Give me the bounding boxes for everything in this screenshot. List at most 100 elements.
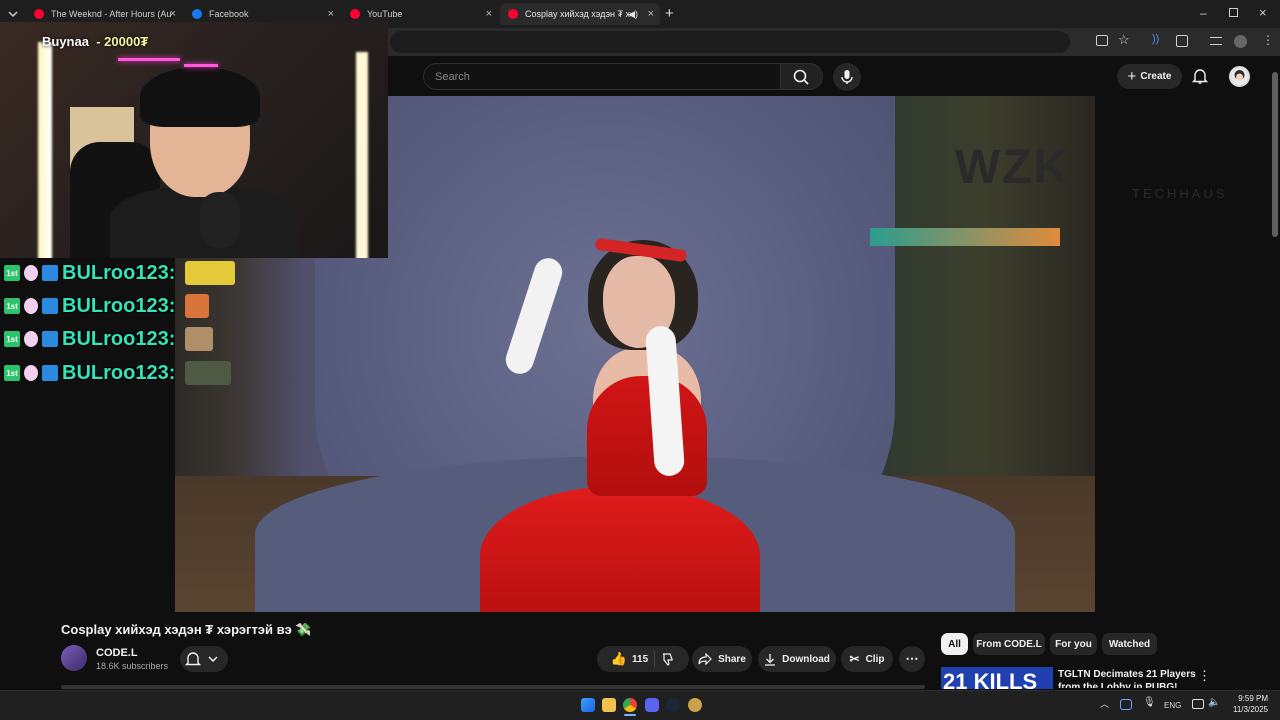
file-explorer-icon[interactable] [602,698,616,712]
channel-name[interactable]: CODE.L [96,647,138,659]
facebook-icon [192,9,202,19]
mask-badge-icon [24,331,38,347]
close-tab-icon[interactable]: × [486,8,492,20]
more-icon: ⋯ [905,651,919,666]
share-button[interactable]: Share [692,646,752,672]
dislike-button[interactable] [661,652,675,666]
chat-username: BULroo123: [62,361,176,384]
share-icon [698,653,712,665]
recommendation-title[interactable]: TGLTN Decimates 21 Players from the Lobb… [1058,668,1198,688]
clip-label: Clip [865,653,885,665]
minimize-button[interactable]: – [1200,6,1207,20]
video-wall-stripe [870,228,1060,246]
new-tab-button[interactable]: + [665,5,674,22]
address-bar[interactable] [390,31,1070,53]
youtube-icon [350,9,360,19]
cam-light [356,52,368,258]
notifications-button[interactable] [1191,67,1209,85]
discord-icon[interactable] [645,698,659,712]
share-label: Share [718,653,746,665]
close-window-button[interactable]: × [1259,5,1267,20]
chat-message: 1st BULroo123: [4,325,214,353]
first-badge-icon: 1st [4,365,20,381]
voice-search-button[interactable] [833,63,861,91]
taskbar-clock[interactable]: 9:59 PM 11/3/2025 [1226,693,1268,715]
tab-title: Facebook [209,9,249,19]
chip-watched[interactable]: Watched [1102,633,1157,655]
gift-badge-icon [42,298,58,314]
like-button[interactable]: 👍 115 [611,651,648,667]
extension-icon[interactable]: )) [1152,33,1159,45]
donor-name: Buynaa [42,34,89,49]
chip-for-you[interactable]: For you [1050,633,1097,655]
close-tab-icon[interactable]: × [170,8,176,20]
sync-icon[interactable] [1120,699,1132,710]
clock-time: 9:59 PM [1238,694,1268,703]
download-label: Download [782,653,830,665]
thumbs-down-icon [663,653,673,666]
page-scrollbar[interactable] [1270,60,1280,690]
clip-button[interactable]: ✂ Clip [841,646,893,672]
tab-title: Cosplay хийхэд хэдэн ₮ хэр [525,9,631,19]
tray-chevron-icon[interactable]: ︿ [1100,699,1109,709]
bookmark-star-icon[interactable]: ☆ [1118,32,1130,48]
download-button[interactable]: Download [758,646,836,672]
volume-icon[interactable]: 🔈 [1208,697,1220,708]
subscribed-notifications-button[interactable] [180,646,228,672]
extensions-puzzle-icon[interactable] [1176,35,1188,47]
speaker-icon[interactable]: ◀) [628,9,638,20]
cam-light [38,42,52,258]
like-dislike-group: 👍 115 [597,646,689,672]
donation-amount: - 20000₮ [96,34,149,49]
search-button[interactable] [781,63,823,90]
description-box-edge [61,685,925,689]
scrollbar-thumb[interactable] [1272,72,1278,237]
create-button[interactable]: + Create [1117,64,1182,89]
search-icon [793,69,809,85]
first-badge-icon: 1st [4,331,20,347]
video-watermark-sub: TECHHAUS [1132,186,1228,201]
cam-microphone [200,192,240,248]
first-badge-icon: 1st [4,298,20,314]
network-icon[interactable] [1192,699,1204,709]
channel-avatar[interactable] [61,645,87,671]
chat-emote [185,361,232,385]
gift-badge-icon [42,365,58,381]
close-tab-icon[interactable]: × [648,8,654,20]
chrome-icon[interactable] [623,698,637,712]
browser-tab-4[interactable]: Cosplay хийхэд хэдэн ₮ хэр ◀) × [500,3,660,25]
video-title: Cosplay хийхэд хэдэн ₮ хэрэгтэй вэ 💸 [61,622,312,638]
recommendation-menu-icon[interactable]: ⋮ [1198,668,1211,684]
search-input[interactable]: Search [423,63,781,90]
chat-message: 1st BULroo123: [4,259,236,287]
language-indicator[interactable]: ENG [1164,701,1181,710]
microphone-tray-icon[interactable]: 🎙 [1143,697,1156,708]
profile-avatar-icon[interactable] [1234,35,1247,48]
tab-search-button[interactable] [6,7,20,21]
mask-badge-icon [24,298,38,314]
subscriber-count: 18.6K subscribers [96,661,169,671]
steam-icon[interactable] [666,698,680,712]
like-divider [654,651,656,667]
windows-start-icon[interactable] [581,698,595,712]
video-watermark: WZK [955,141,1071,194]
clock-date: 11/3/2025 [1233,705,1268,714]
chip-all[interactable]: All [941,633,968,655]
browser-menu-icon[interactable]: ⋮ [1262,33,1274,47]
create-label: Create [1140,71,1172,82]
chat-username: BULroo123: [62,261,176,284]
app-icon[interactable] [688,698,702,712]
money-icon: 💸 [295,622,312,637]
chat-emote [185,294,210,318]
download-icon [765,653,776,666]
account-avatar[interactable] [1229,66,1250,87]
first-badge-icon: 1st [4,265,20,281]
restore-button[interactable] [1229,8,1238,17]
recommendation-thumbnail[interactable]: 21 KILLS [941,667,1053,689]
bell-icon [184,652,218,666]
close-tab-icon[interactable]: × [328,8,334,20]
install-app-icon[interactable] [1096,35,1108,46]
reading-list-icon[interactable] [1210,37,1222,45]
chip-from-channel[interactable]: From CODE.L [973,633,1045,655]
more-actions-button[interactable]: ⋯ [899,646,925,672]
